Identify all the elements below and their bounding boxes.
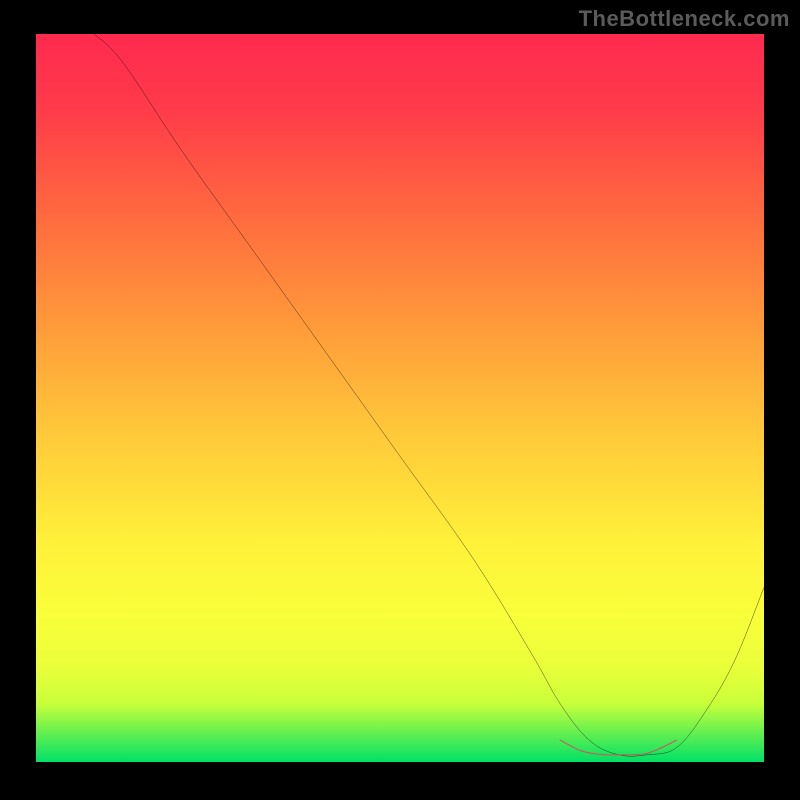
curve-line	[94, 34, 764, 756]
plot-area	[36, 34, 764, 762]
chart-root: TheBottleneck.com	[0, 0, 800, 800]
valley-marker-line	[560, 740, 676, 755]
watermark-text: TheBottleneck.com	[579, 6, 790, 32]
chart-svg	[36, 34, 764, 762]
